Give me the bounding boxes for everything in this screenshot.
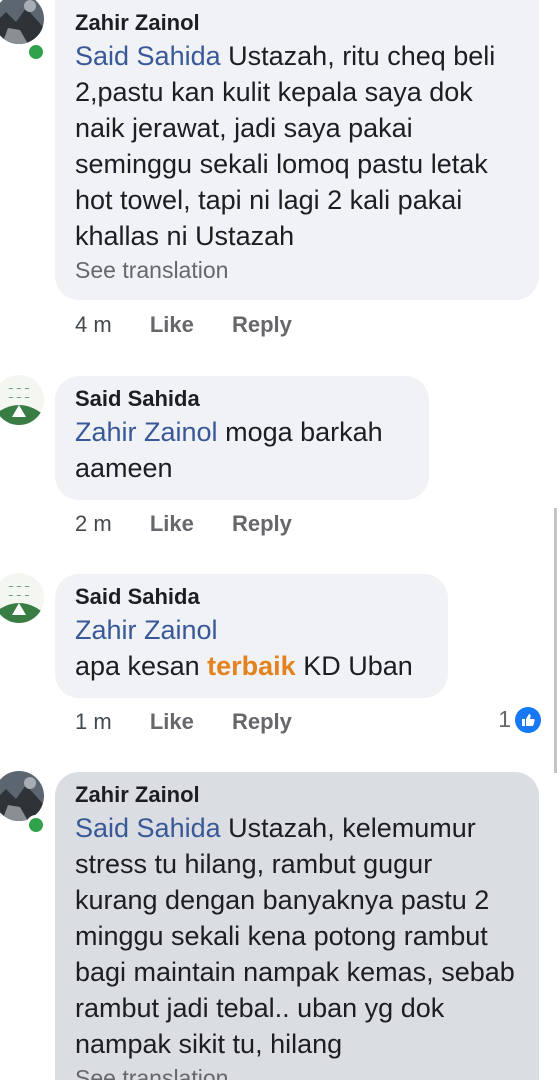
comment-bubble[interactable]: Said Sahida Zahir Zainol moga barkah aam… [55,376,429,500]
see-translation-link[interactable]: See translation [75,254,519,286]
comment-actions: 2 m Like Reply [75,509,324,539]
svg-text:~ ~ ~: ~ ~ ~ [8,592,30,600]
like-button[interactable]: Like [150,709,194,734]
comment-bubble-selected[interactable]: Zahir Zainol Said Sahida Ustazah, kelemu… [55,772,539,1080]
comment-message: Ustazah, kelemumur stress tu hilang, ram… [75,813,515,1059]
online-status-icon [26,42,46,62]
reaction-summary[interactable]: 1 [498,706,541,733]
mention-link[interactable]: Said Sahida [75,41,221,71]
comments-screen: Zahir Zainol Said Sahida Ustazah, ritu c… [0,0,557,1080]
avatar-zahir[interactable] [0,771,44,821]
comment-time: 4 m [75,312,112,337]
svg-text:~ ~ ~: ~ ~ ~ [8,385,30,393]
avatar-zahir[interactable] [0,0,44,44]
comment-author[interactable]: Zahir Zainol [75,780,519,810]
like-reaction-icon [515,706,541,733]
mention-link[interactable]: Said Sahida [75,813,221,843]
comment-message: Ustazah, ritu cheq beli 2,pastu kan kuli… [75,41,496,251]
comment-bubble[interactable]: Said Sahida Zahir Zainol apa kesan terba… [55,574,448,698]
comment-message-start: apa kesan [75,651,200,681]
reply-button[interactable]: Reply [232,709,292,734]
comment-bubble[interactable]: Zahir Zainol Said Sahida Ustazah, ritu c… [55,0,539,300]
like-button[interactable]: Like [150,312,194,337]
highlighted-keyword[interactable]: terbaik [207,651,296,681]
see-translation-link[interactable]: See translation [75,1062,519,1080]
comment-text: Said Sahida Ustazah, kelemumur stress tu… [75,810,519,1062]
comment-text: Zahir Zainol apa kesan terbaik KD Uban [75,612,428,684]
comment-message-end: KD Uban [303,651,413,681]
comment-actions: 4 m Like Reply [75,310,324,340]
comment-text: Zahir Zainol moga barkah aameen [75,414,409,486]
like-button[interactable]: Like [150,511,194,536]
comment-author[interactable]: Said Sahida [75,384,409,414]
comment-text: Said Sahida Ustazah, ritu cheq beli 2,pa… [75,38,519,254]
svg-text:~ ~ ~: ~ ~ ~ [8,583,30,591]
reply-button[interactable]: Reply [232,511,292,536]
avatar-said[interactable]: ~ ~ ~ ~ ~ ~ [0,375,44,425]
avatar-said[interactable]: ~ ~ ~ ~ ~ ~ [0,573,44,623]
mention-link[interactable]: Zahir Zainol [75,417,218,447]
comment-time: 1 m [75,709,112,734]
svg-text:~ ~ ~: ~ ~ ~ [8,394,30,402]
comment-time: 2 m [75,511,112,536]
reply-button[interactable]: Reply [232,312,292,337]
mention-link[interactable]: Zahir Zainol [75,612,428,648]
comment-actions: 1 m Like Reply [75,707,324,737]
comment-author[interactable]: Said Sahida [75,582,428,612]
online-status-icon [26,815,46,835]
reaction-count: 1 [498,706,511,732]
comment-author[interactable]: Zahir Zainol [75,8,519,38]
